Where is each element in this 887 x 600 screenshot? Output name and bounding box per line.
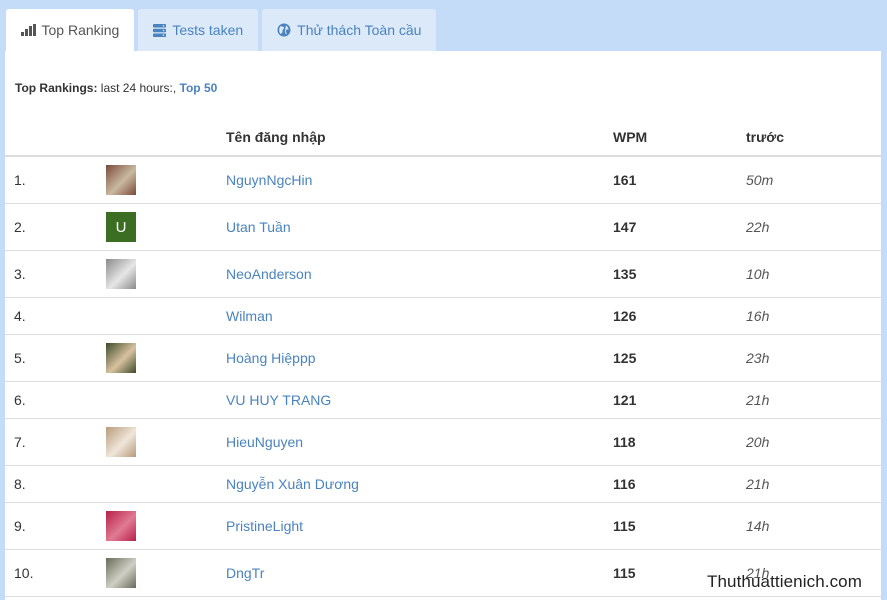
summary-period: last 24 hours:,: [100, 81, 177, 95]
avatar[interactable]: [106, 259, 136, 289]
username-cell: Utan Tuần: [226, 203, 613, 251]
ranking-summary: Top Rankings: last 24 hours:, Top 50: [15, 81, 217, 95]
wpm-cell: 115: [613, 502, 746, 550]
table-row: 3. NeoAnderson 135 10h: [5, 250, 881, 298]
table-header: Tên đăng nhập WPM trước: [5, 119, 881, 157]
ranking-panel: Top Rankings: last 24 hours:, Top 50 Tên…: [5, 51, 881, 600]
table-row: 6. VU HUY TRANG 121 21h: [5, 381, 881, 419]
time-ago-cell: 14h: [746, 502, 881, 550]
time-ago-cell: 20h: [746, 418, 881, 466]
ranking-rows: 1. NguynNgcHin 161 50m 2. U Utan Tuần 147 22h 3. N…: [5, 156, 881, 597]
ranking-table: Tên đăng nhập WPM trước 1. NguynNgcHin 161…: [5, 119, 881, 597]
avatar-cell: [106, 156, 226, 204]
username-link[interactable]: Wilman: [226, 308, 273, 324]
time-ago-cell: 10h: [746, 250, 881, 298]
rank-cell: 8.: [5, 465, 106, 503]
rank-cell: 6.: [5, 381, 106, 419]
wpm-cell: 121: [613, 381, 746, 419]
table-row: 5. Hoàng Hiệppp 125 23h: [5, 334, 881, 382]
username-link[interactable]: VU HUY TRANG: [226, 392, 331, 408]
rank-cell: 2.: [5, 203, 106, 251]
rank-cell: 3.: [5, 250, 106, 298]
tab-global-challenge[interactable]: Thử thách Toàn cầu: [262, 9, 437, 51]
header-rank: [5, 119, 106, 157]
header-wpm[interactable]: WPM: [613, 119, 746, 157]
username-link[interactable]: Hoàng Hiệppp: [226, 350, 316, 366]
wpm-cell: 125: [613, 334, 746, 382]
time-ago-cell: 21h: [746, 465, 881, 503]
time-ago-cell: 22h: [746, 203, 881, 251]
avatar-cell: [106, 549, 226, 597]
watermark: Thuthuattienich.com: [707, 572, 862, 591]
username-link[interactable]: DngTr: [226, 565, 264, 581]
avatar[interactable]: U: [106, 212, 136, 242]
tab-label: Tests taken: [172, 22, 244, 38]
server-icon: [153, 23, 167, 37]
rank-cell: 1.: [5, 156, 106, 204]
avatar-cell: [106, 297, 226, 335]
avatar-cell: U: [106, 203, 226, 251]
rank-cell: 10.: [5, 549, 106, 597]
avatar[interactable]: [106, 427, 136, 457]
wpm-cell: 118: [613, 418, 746, 466]
username-cell: NeoAnderson: [226, 250, 613, 298]
avatar[interactable]: [106, 558, 136, 588]
username-cell: PristineLight: [226, 502, 613, 550]
avatar-cell: [106, 250, 226, 298]
wpm-cell: 126: [613, 297, 746, 335]
avatar-cell: [106, 465, 226, 503]
time-ago-cell: 50m: [746, 156, 881, 204]
summary-label: Top Rankings:: [15, 81, 98, 95]
tab-tests-taken[interactable]: Tests taken: [138, 9, 259, 51]
time-ago-cell: 23h: [746, 334, 881, 382]
header-ago[interactable]: trước: [746, 119, 881, 157]
username-link[interactable]: HieuNguyen: [226, 434, 303, 450]
avatar[interactable]: [106, 343, 136, 373]
globe-icon: [277, 23, 291, 37]
time-ago-cell: 21h: [746, 381, 881, 419]
avatar-cell: [106, 502, 226, 550]
time-ago-cell: 16h: [746, 297, 881, 335]
username-cell: DngTr: [226, 549, 613, 597]
wpm-cell: 135: [613, 250, 746, 298]
username-link[interactable]: Nguyễn Xuân Dương: [226, 476, 359, 492]
username-link[interactable]: PristineLight: [226, 518, 303, 534]
rank-cell: 5.: [5, 334, 106, 382]
rank-cell: 7.: [5, 418, 106, 466]
table-row: 8. Nguyễn Xuân Dương 116 21h: [5, 465, 881, 503]
username-cell: Wilman: [226, 297, 613, 335]
wpm-cell: 161: [613, 156, 746, 204]
rank-cell: 9.: [5, 502, 106, 550]
username-cell: HieuNguyen: [226, 418, 613, 466]
rank-cell: 4.: [5, 297, 106, 335]
table-row: 1. NguynNgcHin 161 50m: [5, 156, 881, 204]
bar-chart-icon: [21, 24, 36, 36]
username-cell: NguynNgcHin: [226, 156, 613, 204]
username-cell: VU HUY TRANG: [226, 381, 613, 419]
username-cell: Nguyễn Xuân Dương: [226, 465, 613, 503]
username-cell: Hoàng Hiệppp: [226, 334, 613, 382]
username-link[interactable]: NeoAnderson: [226, 266, 312, 282]
wpm-cell: 147: [613, 203, 746, 251]
top-50-link[interactable]: Top 50: [180, 81, 218, 95]
table-row: 4. Wilman 126 16h: [5, 297, 881, 335]
username-link[interactable]: NguynNgcHin: [226, 172, 312, 188]
avatar[interactable]: [106, 511, 136, 541]
table-row: 2. U Utan Tuần 147 22h: [5, 203, 881, 251]
header-username[interactable]: Tên đăng nhập: [226, 119, 613, 157]
avatar-cell: [106, 418, 226, 466]
header-avatar: [106, 119, 226, 157]
avatar-cell: [106, 381, 226, 419]
table-row: 9. PristineLight 115 14h: [5, 502, 881, 550]
avatar[interactable]: [106, 165, 136, 195]
wpm-cell: 116: [613, 465, 746, 503]
tab-bar: Top Ranking Tests taken Thử thách Toàn c…: [6, 9, 437, 51]
avatar-cell: [106, 334, 226, 382]
tab-label: Top Ranking: [41, 22, 120, 38]
tab-top-ranking[interactable]: Top Ranking: [6, 9, 135, 51]
username-link[interactable]: Utan Tuần: [226, 219, 291, 235]
table-row: 7. HieuNguyen 118 20h: [5, 418, 881, 466]
tab-label: Thử thách Toàn cầu: [297, 22, 422, 38]
